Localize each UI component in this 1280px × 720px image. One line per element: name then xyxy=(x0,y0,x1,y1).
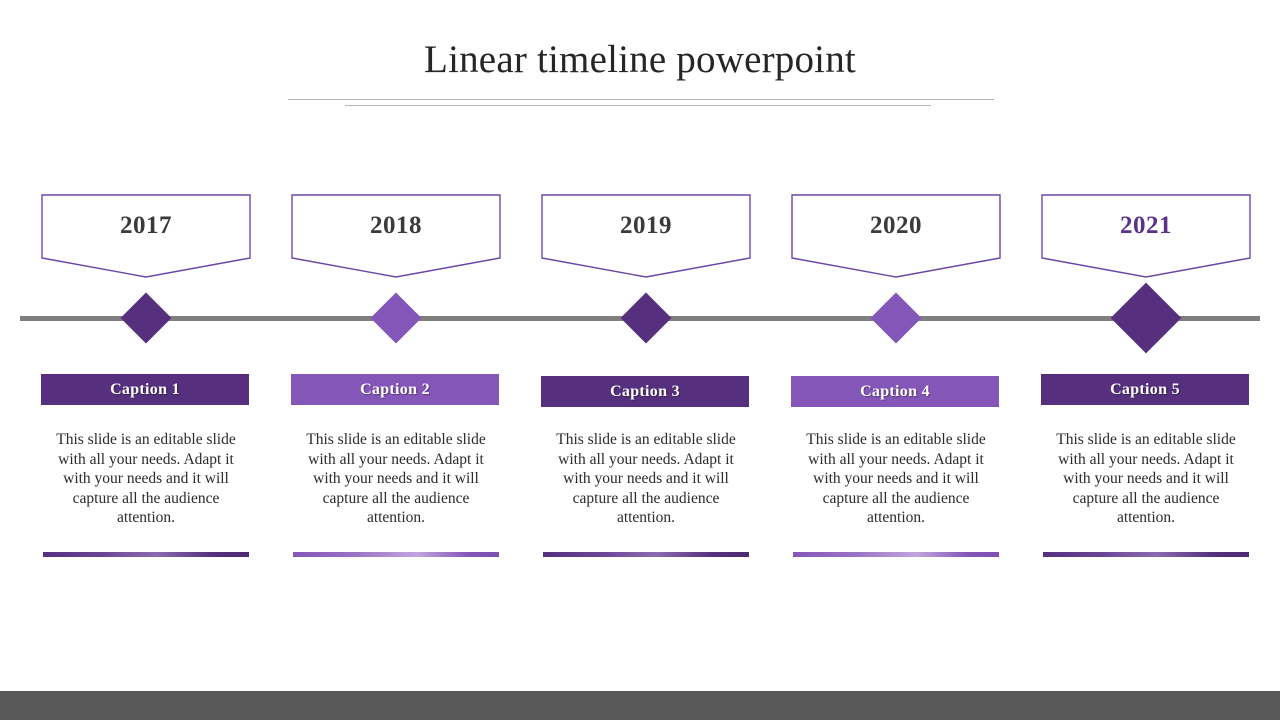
accent-underline-2 xyxy=(293,552,499,557)
footer-band xyxy=(0,691,1280,720)
caption-label-3: Caption 3 xyxy=(610,382,680,400)
body-text-1: This slide is an editable slide with all… xyxy=(56,431,236,526)
timeline-item-1[interactable]: 2017 Caption 1 This slide is an editable… xyxy=(41,0,251,720)
accent-underline-1 xyxy=(43,552,249,557)
timeline-diamond-marker-3[interactable] xyxy=(620,292,672,344)
body-text-5: This slide is an editable slide with all… xyxy=(1056,431,1236,526)
timeline-item-2[interactable]: 2018 Caption 2 This slide is an editable… xyxy=(291,0,501,720)
accent-underline-3 xyxy=(543,552,749,557)
caption-label-1: Caption 1 xyxy=(110,380,180,398)
timeline-columns: 2017 Caption 1 This slide is an editable… xyxy=(0,0,1280,720)
year-label-3: 2019 xyxy=(620,212,672,239)
accent-underline-5 xyxy=(1043,552,1249,557)
timeline-diamond-marker-5[interactable] xyxy=(1110,282,1182,354)
timeline-item-3[interactable]: 2019 Caption 3 This slide is an editable… xyxy=(541,0,751,720)
caption-label-5: Caption 5 xyxy=(1110,380,1180,398)
body-text-4: This slide is an editable slide with all… xyxy=(806,431,986,526)
timeline-diamond-marker-1[interactable] xyxy=(120,292,172,344)
caption-label-4: Caption 4 xyxy=(860,382,930,400)
accent-underline-4 xyxy=(793,552,999,557)
year-label-1: 2017 xyxy=(120,212,172,239)
caption-bar-4[interactable]: Caption 4 xyxy=(791,376,999,407)
body-text-2: This slide is an editable slide with all… xyxy=(306,431,486,526)
timeline-item-4[interactable]: 2020 Caption 4 This slide is an editable… xyxy=(791,0,1001,720)
year-label-4: 2020 xyxy=(870,212,922,239)
timeline-diamond-marker-4[interactable] xyxy=(870,292,922,344)
body-text-3: This slide is an editable slide with all… xyxy=(556,431,736,526)
caption-label-2: Caption 2 xyxy=(360,380,430,398)
caption-bar-5[interactable]: Caption 5 xyxy=(1041,374,1249,405)
caption-bar-1[interactable]: Caption 1 xyxy=(41,374,249,405)
timeline-item-5[interactable]: 2021 Caption 5 This slide is an editable… xyxy=(1041,0,1251,720)
caption-bar-3[interactable]: Caption 3 xyxy=(541,376,749,407)
timeline-diamond-marker-2[interactable] xyxy=(370,292,422,344)
year-label-2: 2018 xyxy=(370,212,422,239)
caption-bar-2[interactable]: Caption 2 xyxy=(291,374,499,405)
year-label-5: 2021 xyxy=(1120,212,1172,239)
